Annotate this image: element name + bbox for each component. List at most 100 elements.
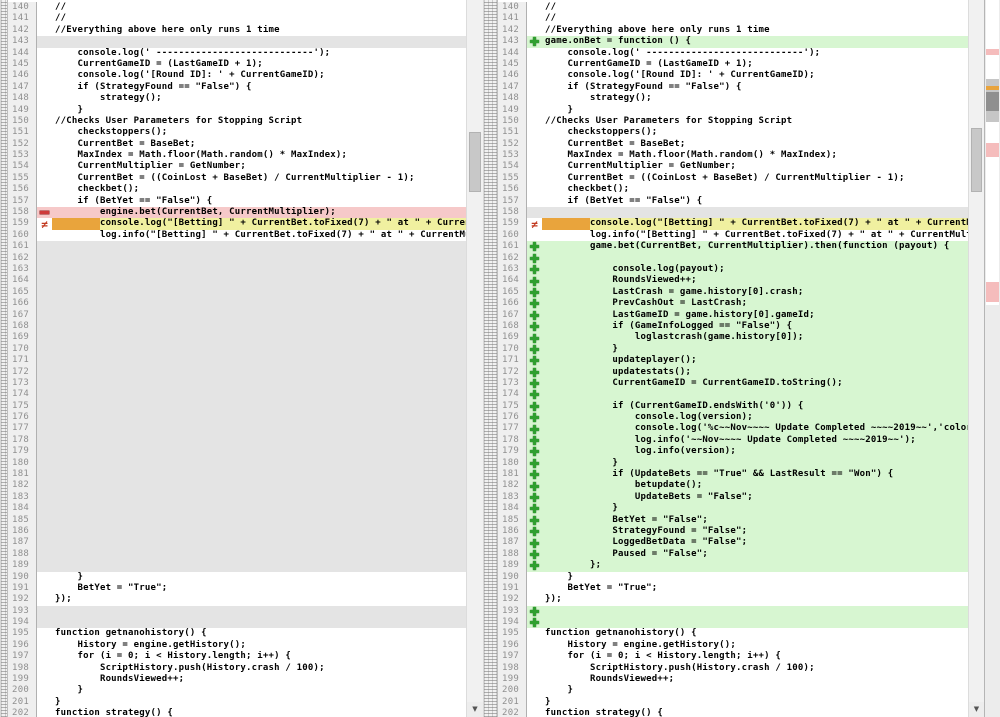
code-line[interactable] [52, 412, 466, 423]
code-line[interactable]: MaxIndex = Math.floor(Math.random() * Ma… [52, 150, 466, 161]
code-line[interactable] [52, 617, 466, 628]
code-line[interactable]: console.log("[Betting] " + CurrentBet.to… [542, 218, 968, 229]
code-line[interactable] [52, 310, 466, 321]
code-line[interactable]: checkbet(); [542, 184, 968, 195]
code-line[interactable]: } [542, 685, 968, 696]
code-line[interactable] [52, 264, 466, 275]
overview-map[interactable] [984, 0, 1000, 717]
code-line[interactable] [52, 492, 466, 503]
code-line[interactable]: console.log('[Round ID]: ' + CurrentGame… [52, 70, 466, 81]
code-line[interactable]: CurrentBet = BaseBet; [52, 139, 466, 150]
code-line[interactable] [52, 253, 466, 264]
code-line[interactable] [542, 389, 968, 400]
code-line[interactable]: if (GameInfoLogged == "False") { [542, 321, 968, 332]
code-line[interactable]: if (CurrentGameID.endsWith('0')) { [542, 401, 968, 412]
code-line[interactable]: updateplayer(); [542, 355, 968, 366]
code-line[interactable]: console.log('%c~~Nov~~~~ Update Complete… [542, 423, 968, 434]
code-line[interactable]: } [52, 697, 466, 708]
code-line[interactable]: } [52, 572, 466, 583]
code-line[interactable]: // [542, 13, 968, 24]
code-line[interactable]: CurrentGameID = CurrentGameID.toString()… [542, 378, 968, 389]
code-line[interactable]: game.bet(CurrentBet, CurrentMultiplier).… [542, 241, 968, 252]
code-line[interactable] [52, 423, 466, 434]
code-line[interactable] [52, 401, 466, 412]
code-line[interactable]: ScriptHistory.push(History.crash / 100); [52, 663, 466, 674]
code-line[interactable] [52, 241, 466, 252]
code-line[interactable]: RoundsViewed++; [542, 275, 968, 286]
code-line[interactable] [52, 515, 466, 526]
code-line[interactable]: CurrentBet = BaseBet; [542, 139, 968, 150]
code-line[interactable] [52, 435, 466, 446]
code-line[interactable]: LastCrash = game.history[0].crash; [542, 287, 968, 298]
code-line[interactable]: strategy(); [542, 93, 968, 104]
code-line[interactable] [52, 458, 466, 469]
code-line[interactable]: CurrentGameID = (LastGameID + 1); [542, 59, 968, 70]
code-line[interactable]: CurrentMultiplier = GetNumber; [542, 161, 968, 172]
code-line[interactable]: RoundsViewed++; [52, 674, 466, 685]
code-line[interactable]: log.info(version); [542, 446, 968, 457]
code-line[interactable] [542, 617, 968, 628]
code-line[interactable]: checkbet(); [52, 184, 466, 195]
code-line[interactable] [52, 606, 466, 617]
pane-splitter[interactable] [483, 0, 498, 717]
code-line[interactable]: console.log(' --------------------------… [542, 48, 968, 59]
code-line[interactable] [52, 480, 466, 491]
code-line[interactable]: // [542, 2, 968, 13]
code-line[interactable]: if (StrategyFound == "False") { [542, 82, 968, 93]
code-line[interactable] [52, 332, 466, 343]
code-line[interactable]: updatestats(); [542, 367, 968, 378]
code-line[interactable]: checkstoppers(); [52, 127, 466, 138]
code-line[interactable]: MaxIndex = Math.floor(Math.random() * Ma… [542, 150, 968, 161]
code-line[interactable]: }); [52, 594, 466, 605]
code-line[interactable]: }; [542, 560, 968, 571]
code-line[interactable]: console.log(version); [542, 412, 968, 423]
code-line[interactable]: //Everything above here only runs 1 time [52, 25, 466, 36]
code-line[interactable] [52, 355, 466, 366]
code-line[interactable]: BetYet = "True"; [52, 583, 466, 594]
code-line[interactable] [542, 207, 968, 218]
code-line[interactable] [52, 526, 466, 537]
code-line[interactable] [542, 253, 968, 264]
code-line[interactable]: betupdate(); [542, 480, 968, 491]
code-line[interactable]: game.onBet = function () { [542, 36, 968, 47]
code-line[interactable]: if (StrategyFound == "False") { [52, 82, 466, 93]
code-line[interactable]: } [542, 503, 968, 514]
code-line[interactable]: for (i = 0; i < History.length; i++) { [52, 651, 466, 662]
code-line[interactable]: log.info('~~Nov~~~~ Update Completed ~~~… [542, 435, 968, 446]
code-line[interactable]: } [542, 105, 968, 116]
code-line[interactable]: History = engine.getHistory(); [52, 640, 466, 651]
code-line[interactable]: //Checks User Parameters for Stopping Sc… [542, 116, 968, 127]
code-line[interactable]: StrategyFound = "False"; [542, 526, 968, 537]
code-line[interactable]: RoundsViewed++; [542, 674, 968, 685]
scroll-down-button[interactable]: ▼ [467, 702, 483, 717]
code-line[interactable]: for (i = 0; i < History.length; i++) { [542, 651, 968, 662]
code-line[interactable]: BetYet = "True"; [542, 583, 968, 594]
code-line[interactable] [52, 469, 466, 480]
left-pane-vertical-scrollbar[interactable]: ▼ [466, 0, 483, 717]
code-line[interactable] [52, 389, 466, 400]
code-line[interactable]: UpdateBets = "False"; [542, 492, 968, 503]
code-line[interactable]: // [52, 2, 466, 13]
code-line[interactable]: checkstoppers(); [542, 127, 968, 138]
code-line[interactable]: loglastcrash(game.history[0]); [542, 332, 968, 343]
code-line[interactable] [52, 503, 466, 514]
code-line[interactable] [52, 537, 466, 548]
code-line[interactable]: function strategy() { [52, 708, 466, 717]
code-line[interactable]: BetYet = "False"; [542, 515, 968, 526]
code-line[interactable]: LoggedBetData = "False"; [542, 537, 968, 548]
code-line[interactable]: Paused = "False"; [542, 549, 968, 560]
code-line[interactable] [52, 344, 466, 355]
code-line[interactable] [52, 549, 466, 560]
code-line[interactable]: if (BetYet == "False") { [542, 196, 968, 207]
code-line[interactable]: }); [542, 594, 968, 605]
code-line[interactable] [542, 606, 968, 617]
code-line[interactable] [52, 275, 466, 286]
code-line[interactable] [52, 446, 466, 457]
code-line[interactable]: //Everything above here only runs 1 time [542, 25, 968, 36]
code-line[interactable]: function getnanohistory() { [542, 628, 968, 639]
code-line[interactable]: } [542, 458, 968, 469]
code-line[interactable]: //Checks User Parameters for Stopping Sc… [52, 116, 466, 127]
code-line[interactable] [52, 378, 466, 389]
code-line[interactable]: CurrentBet = ((CoinLost + BaseBet) / Cur… [52, 173, 466, 184]
code-line[interactable]: History = engine.getHistory(); [542, 640, 968, 651]
